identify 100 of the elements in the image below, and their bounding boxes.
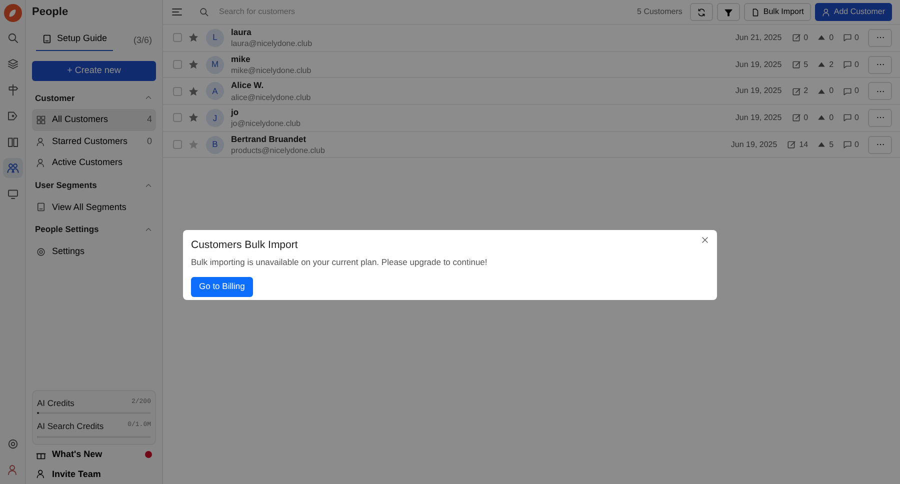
row-checkbox[interactable] [173, 113, 182, 122]
progress-count: (3/6) [133, 34, 152, 47]
stat-count: 0 [804, 112, 808, 124]
star-icon[interactable] [188, 86, 199, 97]
settings-icon [6, 438, 18, 450]
customer-name: jo [231, 107, 240, 118]
avatar: A [206, 82, 224, 100]
person-icon [36, 136, 46, 146]
go-to-billing-button[interactable]: Go to Billing [191, 276, 253, 296]
note-icon [792, 33, 801, 42]
note-icon [792, 60, 801, 70]
upvote-icon [817, 33, 826, 42]
setup-guide-tab[interactable]: Setup Guide [36, 31, 114, 48]
filter-icon [724, 8, 734, 16]
stat-count: 5 [804, 58, 808, 71]
menu-button[interactable] [171, 6, 183, 18]
add-customer-button[interactable]: Add Customer [814, 3, 892, 21]
customer-name: mike [231, 54, 252, 64]
stat-count: 0 [829, 32, 834, 44]
close-icon [701, 236, 709, 244]
sidebar-item[interactable]: All Customers 4 [32, 109, 156, 131]
date-text: Jun 19, 2025 [735, 112, 782, 124]
customer-name: Alice W. [231, 80, 265, 91]
section-heading: User Segments [35, 178, 97, 192]
row-checkbox[interactable] [173, 86, 182, 96]
modal-title: Customers Bulk Import [191, 238, 299, 253]
stat-count: 0 [804, 32, 808, 44]
credit-label: AI Credits [37, 396, 74, 410]
stat-count: 0 [854, 112, 859, 124]
note-icon [787, 140, 796, 150]
star-icon[interactable] [188, 32, 199, 44]
date-text: Jun 19, 2025 [735, 85, 782, 98]
layers-icon [6, 58, 18, 70]
section-heading: Customer [35, 92, 75, 104]
date-text: Jun 19, 2025 [730, 138, 778, 151]
search-icon [199, 7, 209, 17]
stat-count: 0 [854, 138, 859, 151]
comment-icon [842, 60, 852, 70]
star-icon[interactable] [188, 59, 199, 70]
sidebar-item[interactable]: Starred Customers 0 [32, 130, 156, 152]
person-icon [36, 158, 46, 168]
star-icon[interactable] [188, 139, 199, 150]
customer-email: mike@nicelydone.club [231, 66, 312, 76]
sidebar-item[interactable]: Active Customers [32, 152, 156, 174]
star-icon[interactable] [188, 112, 199, 124]
comment-icon [842, 86, 852, 96]
grid-icon [36, 115, 46, 125]
row-checkbox[interactable] [173, 60, 182, 70]
person-icon [36, 469, 46, 480]
filter-button[interactable] [717, 3, 740, 21]
refresh-button[interactable] [690, 3, 714, 21]
credit-label: AI Search Credits [37, 420, 104, 433]
monitor-icon [6, 188, 18, 200]
row-checkbox[interactable] [173, 33, 182, 42]
sidebar-item[interactable]: View All Segments [32, 196, 156, 218]
section-heading: People Settings [35, 223, 99, 236]
stat-count: 0 [854, 32, 859, 44]
date-text: Jun 21, 2025 [735, 32, 782, 44]
avatar: B [206, 136, 224, 154]
customer-email: products@nicelydone.club [231, 146, 325, 156]
sidebar-link[interactable]: What's New [32, 445, 156, 464]
signpost-icon [6, 84, 18, 96]
person-icon [822, 8, 831, 16]
search-icon [6, 32, 18, 44]
stat-count: 0 [829, 112, 834, 124]
stat-count: 2 [804, 85, 808, 98]
tag-icon [6, 110, 18, 122]
modal-message: Bulk importing is unavailable on your current plan. Please upgrade to continue! [191, 256, 488, 268]
search-field[interactable]: Search for customers [217, 5, 630, 19]
refresh-icon [697, 8, 706, 16]
document-icon [751, 8, 760, 16]
page-title: People [32, 5, 70, 20]
stat-count: 14 [799, 138, 808, 151]
customer-email: alice@nicelydone.club [231, 92, 311, 102]
upvote-icon [817, 86, 826, 96]
person-icon [6, 464, 18, 476]
rail-nav-button[interactable] [2, 158, 22, 178]
stat-count: 0 [829, 85, 834, 98]
sidebar-link[interactable]: Invite Team [32, 464, 156, 484]
menu-icon [171, 6, 183, 18]
sidebar-item[interactable]: Settings [32, 240, 156, 262]
customer-email: jo@nicelydone.club [231, 119, 300, 129]
upvote-icon [817, 60, 826, 70]
customer-name: Bertrand Bruandet [231, 134, 308, 144]
customer-count: 5 Customers [637, 6, 682, 18]
date-text: Jun 19, 2025 [735, 58, 782, 71]
avatar: J [206, 108, 224, 127]
customer-name: laura [231, 26, 252, 38]
create-new-button[interactable]: + Create new [32, 60, 156, 80]
stat-count: 0 [854, 58, 859, 71]
stat-count: 0 [854, 85, 859, 98]
row-checkbox[interactable] [173, 140, 182, 150]
comment-icon [842, 33, 852, 42]
upvote-icon [817, 113, 826, 122]
upvote-icon [817, 140, 826, 150]
bulk-import-button[interactable]: Bulk Import [744, 3, 811, 21]
note-icon [792, 86, 801, 96]
avatar: M [206, 56, 224, 74]
stat-count: 5 [829, 138, 834, 151]
people-icon [6, 162, 18, 174]
